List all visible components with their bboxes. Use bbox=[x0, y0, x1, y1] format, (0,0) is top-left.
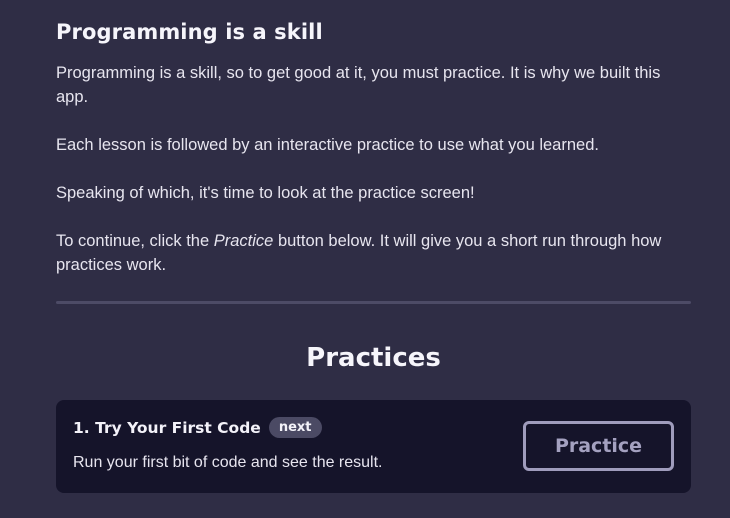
lesson-paragraph-2: Each lesson is followed by an interactiv… bbox=[56, 136, 599, 154]
practice-emphasis: Practice bbox=[213, 232, 274, 250]
practice-card-header: 1. Try Your First Code next bbox=[73, 417, 322, 438]
next-badge: next bbox=[268, 417, 322, 438]
practice-card: 1. Try Your First Code next Run your fir… bbox=[56, 400, 691, 493]
lesson-paragraph-1: Programming is a skill, so to get good a… bbox=[56, 64, 661, 106]
paragraph-4-text-start: To continue, click the bbox=[56, 232, 214, 250]
lesson-paragraph-4: To continue, click the Practice button b… bbox=[56, 229, 676, 277]
section-divider bbox=[56, 301, 691, 304]
lesson-content: Programming is a skill Programming is a … bbox=[56, 0, 691, 493]
practice-title: 1. Try Your First Code bbox=[73, 418, 261, 437]
lesson-paragraph-3: Speaking of which, it's time to look at … bbox=[56, 184, 475, 202]
practices-heading: Practices bbox=[306, 343, 441, 373]
practice-description: Run your first bit of code and see the r… bbox=[73, 454, 383, 471]
practice-button[interactable]: Practice bbox=[523, 421, 674, 471]
lesson-title: Programming is a skill bbox=[56, 20, 323, 44]
